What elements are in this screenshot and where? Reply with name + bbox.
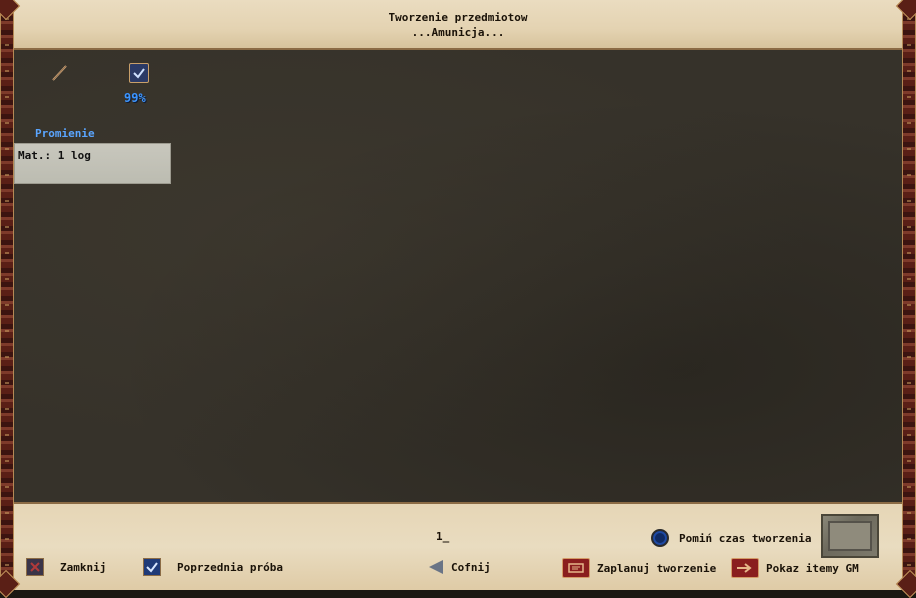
right-border <box>902 0 916 590</box>
success-rate: 99% <box>124 91 146 105</box>
crafting-area <box>14 50 902 502</box>
back-label: Cofnij <box>451 560 491 574</box>
schedule-label: Zaplanuj tworzenie <box>597 561 717 575</box>
window-title: Tworzenie przedmiotow <box>388 11 528 24</box>
previous-attempt-button[interactable]: Poprzednia próba <box>143 558 283 576</box>
toggle-icon[interactable] <box>651 529 669 547</box>
skip-time-label: Pomiń czas tworzenia <box>679 531 812 545</box>
materials-box: Mat.: 1 log <box>14 143 171 184</box>
close-button[interactable]: Zamknij <box>26 558 106 576</box>
schedule-button[interactable]: Zaplanuj tworzenie <box>562 558 716 578</box>
skip-time-toggle[interactable]: Pomiń czas tworzenia <box>651 529 811 547</box>
show-gm-items-label: Pokaz itemy GM <box>766 561 859 575</box>
item-name[interactable]: Promienie <box>35 127 95 140</box>
close-label: Zamknij <box>60 560 107 574</box>
quantity-field[interactable]: 1_ <box>436 530 449 543</box>
left-border <box>0 0 14 590</box>
show-gm-items-button[interactable]: Pokaz itemy GM <box>731 558 859 578</box>
window-subtitle: ...Amunicja... <box>411 26 505 39</box>
arrow-left-icon[interactable] <box>429 560 443 574</box>
crafting-window: Tworzenie przedmiotow ...Amunicja... 99%… <box>0 0 916 598</box>
title-bar: Tworzenie przedmiotow ...Amunicja... <box>14 0 902 50</box>
check-icon[interactable] <box>129 63 149 83</box>
arrow-shaft-icon[interactable] <box>48 62 70 84</box>
arrow-right-icon[interactable] <box>731 558 759 578</box>
item-preview <box>821 514 879 558</box>
scroll-icon[interactable] <box>562 558 590 578</box>
back-button[interactable]: Cofnij <box>429 560 491 574</box>
check-icon[interactable] <box>143 558 161 576</box>
close-icon[interactable] <box>26 558 44 576</box>
materials-text: Mat.: 1 log <box>18 149 91 162</box>
previous-attempt-label: Poprzednia próba <box>177 560 283 574</box>
